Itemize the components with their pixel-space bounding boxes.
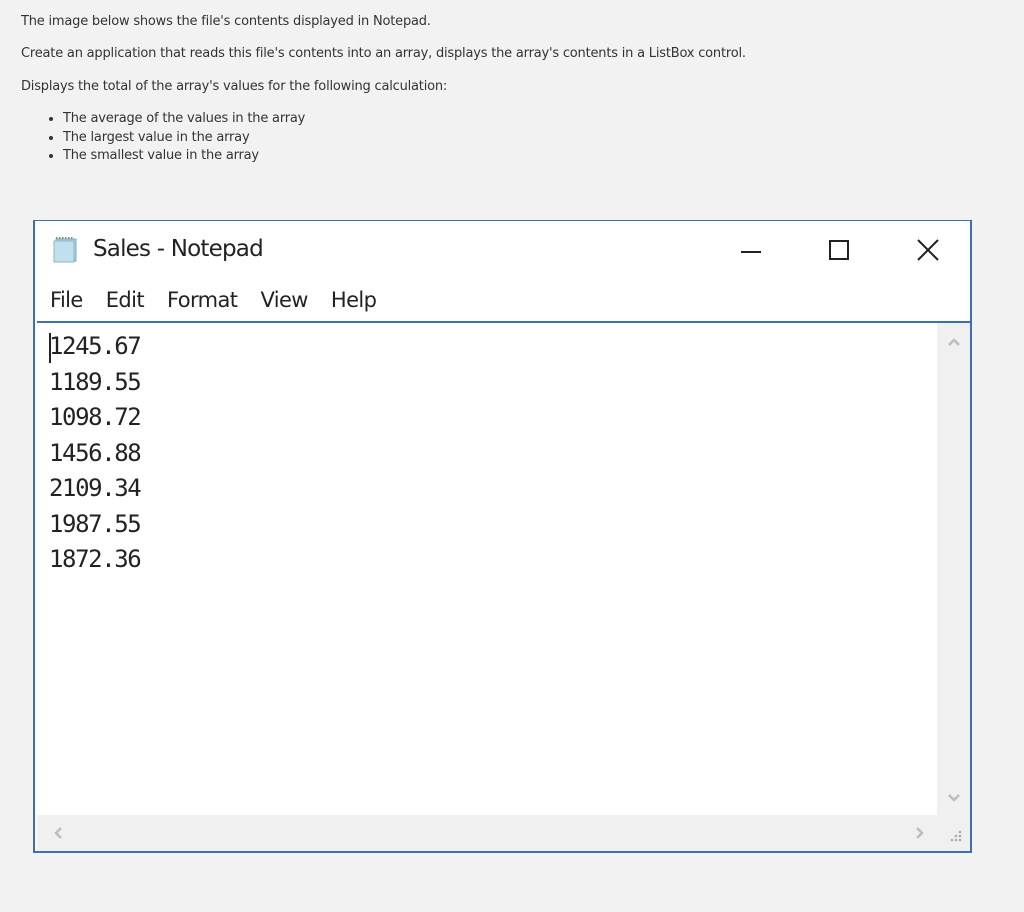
menu-file[interactable]: File [50, 288, 83, 312]
notepad-window: Sales - Notepad File Edit Format View He… [33, 220, 972, 853]
text-editor[interactable]: 1245.67 1189.55 1098.72 1456.88 2109.34 … [37, 321, 970, 851]
chevron-right-icon[interactable] [915, 826, 925, 840]
menu-view[interactable]: View [260, 288, 308, 312]
minimize-button[interactable] [731, 233, 771, 267]
text-line: 1189.55 [49, 367, 142, 396]
list-item: The average of the values in the array [63, 110, 305, 129]
resize-grip[interactable] [937, 815, 970, 851]
chevron-down-icon[interactable] [947, 793, 961, 803]
close-button[interactable] [908, 233, 948, 267]
menu-edit[interactable]: Edit [106, 288, 145, 312]
text-line: 2109.34 [49, 474, 142, 502]
horizontal-scrollbar[interactable] [37, 815, 937, 851]
requirements-list: The average of the values in the array T… [21, 110, 305, 166]
title-bar[interactable]: Sales - Notepad [35, 221, 970, 277]
vertical-scrollbar[interactable] [937, 323, 970, 815]
menu-bar: File Edit Format View Help [35, 281, 970, 319]
minimize-icon [741, 251, 761, 253]
notepad-icon [53, 237, 77, 263]
resize-grip-icon [950, 830, 962, 842]
close-icon [917, 239, 939, 261]
prompt-line-3: Displays the total of the array's values… [21, 79, 448, 94]
file-contents: 1245.67 1189.55 1098.72 1456.88 2109.34 … [49, 329, 142, 578]
menu-help[interactable]: Help [331, 288, 377, 312]
text-caret [49, 333, 51, 363]
text-line: 1098.72 [49, 403, 142, 431]
maximize-button[interactable] [819, 233, 859, 267]
chevron-up-icon[interactable] [947, 337, 961, 347]
text-line: 1987.55 [49, 509, 142, 538]
text-line: 1245.67 [49, 332, 142, 360]
text-line: 1456.88 [49, 438, 142, 467]
chevron-left-icon[interactable] [53, 826, 63, 840]
menu-format[interactable]: Format [167, 288, 238, 312]
list-item: The largest value in the array [63, 129, 305, 148]
window-title: Sales - Notepad [93, 236, 264, 262]
prompt-line-2: Create an application that reads this fi… [21, 46, 746, 61]
maximize-icon [829, 240, 849, 260]
text-line: 1872.36 [49, 545, 142, 573]
prompt-line-1: The image below shows the file's content… [21, 14, 431, 29]
list-item: The smallest value in the array [63, 147, 305, 166]
